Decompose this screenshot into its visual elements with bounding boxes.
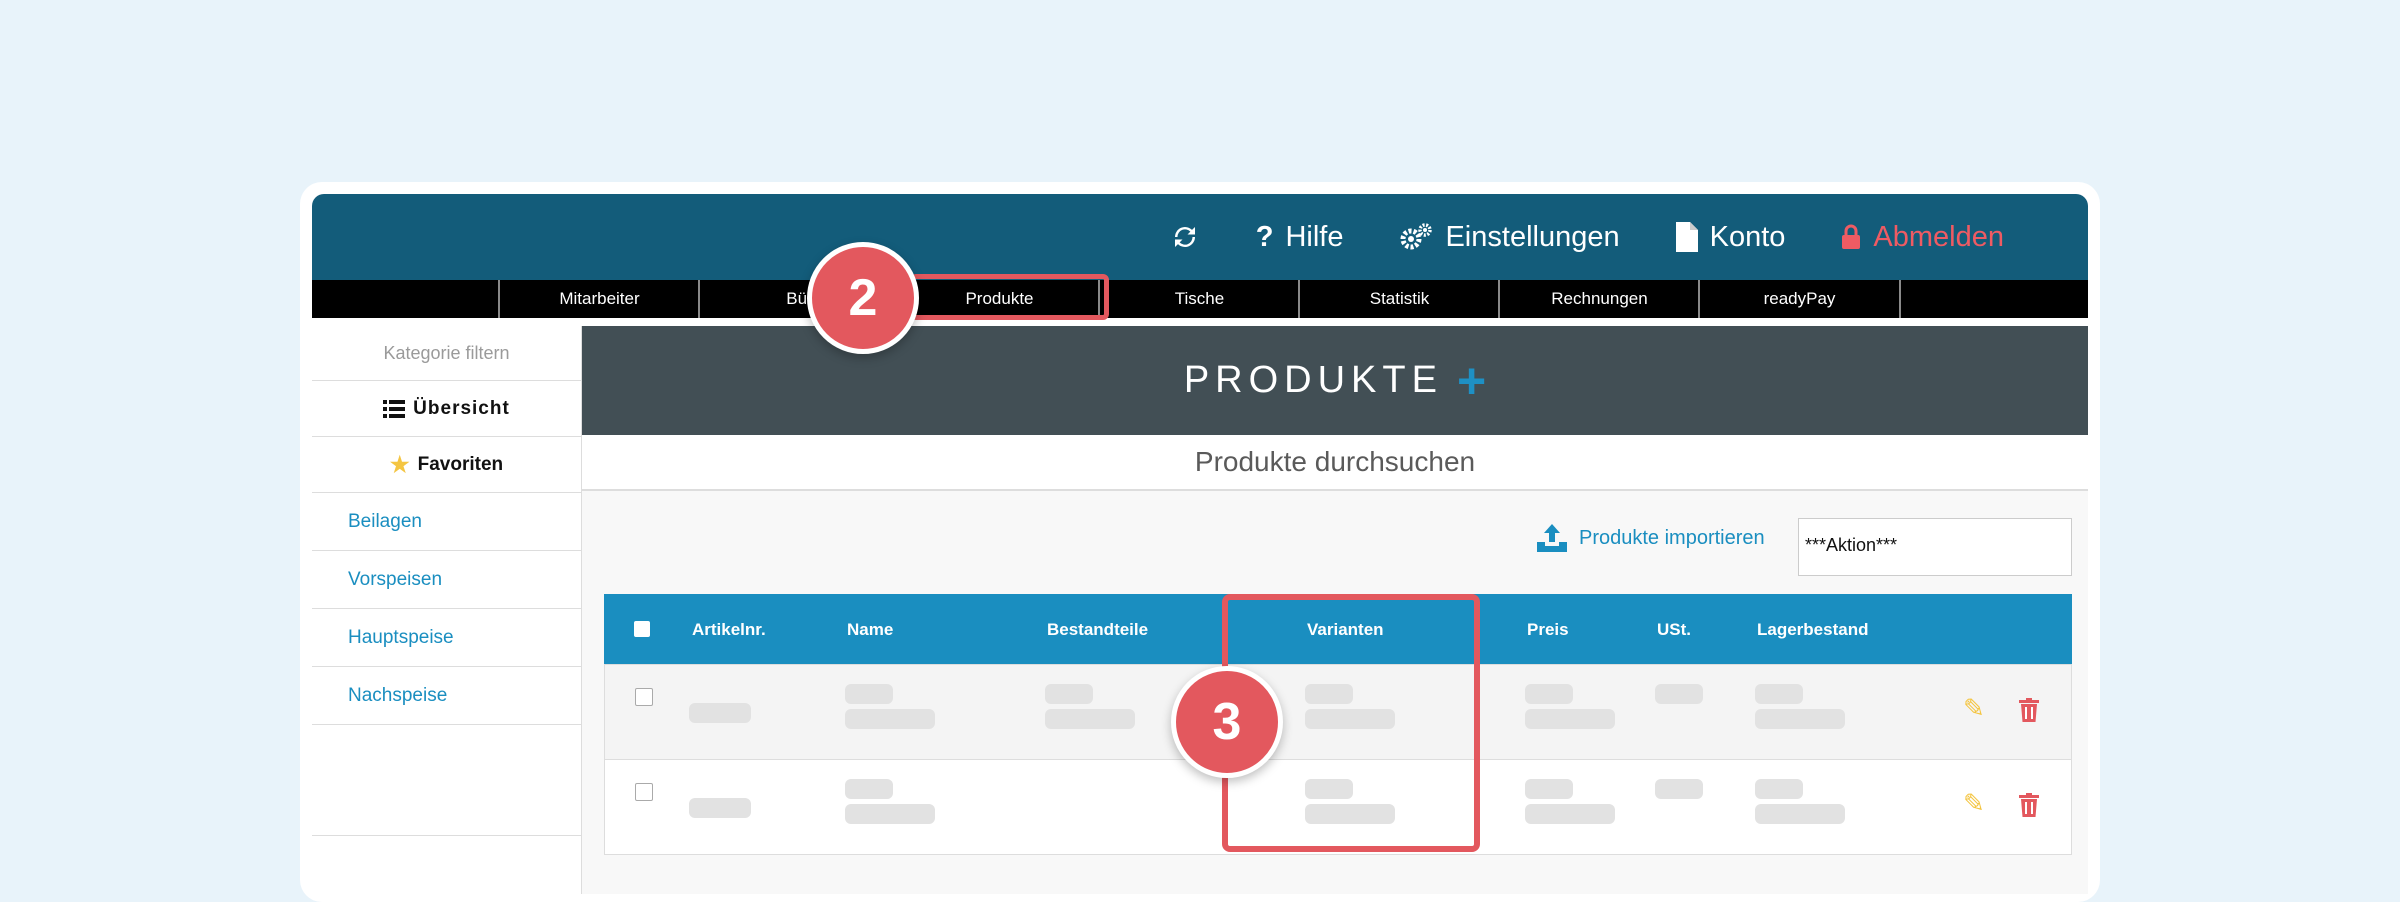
placeholder [845,779,893,799]
list-icon [383,399,406,418]
trash-icon[interactable] [2019,698,2039,722]
import-products-label: Produkte importieren [1579,526,1765,549]
search-section-title[interactable]: Produkte durchsuchen [582,435,2088,491]
category-filter[interactable]: Kategorie filtern [312,326,581,381]
edit-icon[interactable]: ✎ [1963,788,1985,819]
placeholder [1525,684,1573,704]
logout-button[interactable]: Abmelden [1841,221,2004,254]
tab-statistik[interactable]: Statistik [1298,280,1499,318]
tab-tische[interactable]: Tische [1098,280,1299,318]
sidebar-item-overview[interactable]: Übersicht [312,381,581,437]
help-icon: ? [1255,220,1274,253]
add-product-button[interactable]: + [1457,352,1486,410]
column-artikelnr[interactable]: Artikelnr. [692,620,766,640]
tab-readypay[interactable]: readyPay [1698,280,1901,318]
sidebar-item-overview-label: Übersicht [413,397,510,419]
placeholder [1525,709,1615,729]
edit-icon[interactable]: ✎ [1963,693,1985,724]
placeholder [845,804,935,824]
column-lagerbestand[interactable]: Lagerbestand [1757,620,1868,640]
lock-icon [1842,224,1861,249]
placeholder [1755,684,1803,704]
step-badge-3: 3 [1171,666,1283,778]
refresh-button[interactable] [1170,222,1200,252]
help-button[interactable]: ? Hilfe [1256,221,1344,254]
tab-rechnungen[interactable]: Rechnungen [1498,280,1699,318]
page-banner: PRODUKTE + [582,326,2088,435]
sidebar-item-beilagen[interactable]: Beilagen [312,493,581,551]
top-nav: ? Hilfe Einstellungen Konto Abmelden [1170,214,2004,260]
column-name[interactable]: Name [847,620,893,640]
select-all-checkbox[interactable] [634,621,650,637]
page-title: PRODUKTE [1183,359,1443,401]
gears-icon [1400,223,1433,250]
row-checkbox[interactable] [635,783,653,801]
action-select[interactable]: ***Aktion*** [1798,518,2072,576]
placeholder [845,684,893,704]
sidebar-item-favorites-label: Favoriten [417,453,504,475]
column-ust[interactable]: USt. [1657,620,1691,640]
sidebar: Kategorie filtern Übersicht ★ Favoriten … [312,326,582,894]
sidebar-empty-row [312,725,581,836]
column-preis[interactable]: Preis [1527,620,1569,640]
tab-highlight [910,274,1109,320]
placeholder [689,703,751,723]
refresh-icon [1174,227,1195,247]
placeholder [1755,709,1845,729]
placeholder [845,709,935,729]
row-checkbox[interactable] [635,688,653,706]
sidebar-item-nachspeise[interactable]: Nachspeise [312,667,581,725]
column-bestandteile[interactable]: Bestandteile [1047,620,1148,640]
placeholder [1045,684,1093,704]
trash-icon[interactable] [2019,793,2039,817]
placeholder [1755,779,1803,799]
placeholder [1045,709,1135,729]
upload-icon [1537,524,1567,552]
placeholder [1655,684,1703,704]
logout-label: Abmelden [1873,220,2004,253]
sidebar-item-vorspeisen[interactable]: Vorspeisen [312,551,581,609]
sidebar-item-favorites[interactable]: ★ Favoriten [312,437,581,493]
star-icon: ★ [389,451,410,477]
settings-button[interactable]: Einstellungen [1399,220,1620,254]
import-products-button[interactable]: Produkte importieren [1537,524,1765,552]
sidebar-item-hauptspeise[interactable]: Hauptspeise [312,609,581,667]
app-window: ? Hilfe Einstellungen Konto Abmelden Mit… [312,194,2088,894]
help-label: Hilfe [1285,220,1344,253]
tab-bar: Mitarbeiter Bür Produkte Tische Statisti… [312,280,2088,318]
placeholder [1525,804,1615,824]
placeholder [1655,779,1703,799]
placeholder [1755,804,1845,824]
file-icon [1675,222,1698,252]
placeholder [689,798,751,818]
placeholder [1525,779,1573,799]
settings-label: Einstellungen [1445,220,1620,253]
account-button[interactable]: Konto [1675,220,1786,254]
account-label: Konto [1709,220,1786,253]
tab-mitarbeiter[interactable]: Mitarbeiter [498,280,699,318]
top-bar: ? Hilfe Einstellungen Konto Abmelden [312,194,2088,280]
step-badge-2: 2 [807,242,919,354]
